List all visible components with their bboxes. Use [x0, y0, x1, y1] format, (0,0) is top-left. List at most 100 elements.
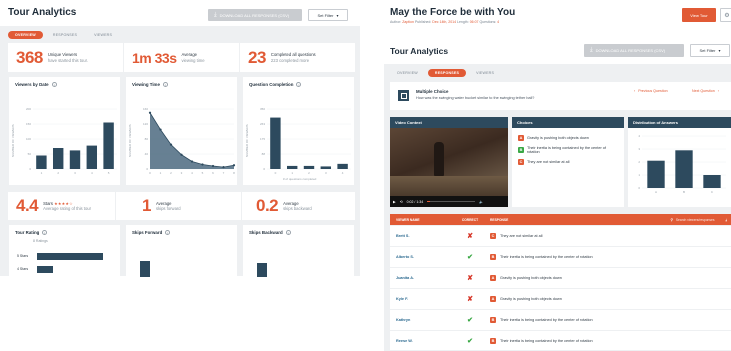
data-point	[232, 164, 236, 167]
viewer-name[interactable]: Brett S.	[390, 234, 450, 238]
rating-bar	[37, 253, 103, 260]
incorrect-icon: ✘	[467, 233, 473, 240]
data-point	[211, 164, 215, 168]
tab-overview[interactable]: OVERVIEW	[8, 31, 43, 39]
info-icon[interactable]: i	[51, 82, 57, 87]
meta-author[interactable]: Zaption	[402, 20, 414, 24]
page-title: Tour Analytics	[8, 7, 77, 18]
tab-viewers[interactable]: VIEWERS	[469, 69, 501, 77]
choice-letter: A	[490, 296, 496, 302]
download-csv-button[interactable]: ⤓ DOWNLOAD ALL RESPONSES (CSV)	[208, 9, 302, 21]
viewer-name[interactable]: Reese W.	[390, 339, 450, 343]
meta-author-label: Author:	[390, 20, 402, 24]
choice-letter: B	[490, 254, 496, 260]
stat-label: Stars	[43, 200, 53, 206]
rewind-icon[interactable]: ⟲	[400, 200, 403, 204]
correct-icon: ✔	[467, 254, 473, 261]
view-tour-button[interactable]: View Tour	[682, 8, 716, 22]
x-tick-label: 4	[91, 171, 93, 175]
tab-viewers[interactable]: VIEWERS	[87, 31, 119, 39]
tab-responses[interactable]: RESPONSES	[46, 31, 84, 39]
table-search[interactable]: ⚲ Search viewers/responses ⤓	[670, 218, 731, 222]
table-row[interactable]: Reese W. ✔ B Their inertia is being conta…	[390, 331, 731, 351]
table-row[interactable]: Brett S. ✘ C They are not similar at all	[390, 226, 731, 247]
bar	[36, 155, 47, 169]
info-icon[interactable]: i	[296, 82, 302, 87]
stat-sub: have started this tour.	[47, 57, 88, 63]
y-tick-label: 0	[638, 186, 640, 190]
stat-sub: viewing time	[181, 57, 205, 63]
gear-icon[interactable]: ⚙	[720, 8, 731, 22]
set-filter-button[interactable]: Set Filter ▾	[308, 9, 348, 21]
correct-icon: ✔	[467, 337, 473, 345]
col-viewer-name[interactable]: VIEWER NAME	[390, 218, 450, 222]
info-icon[interactable]: i	[42, 230, 48, 235]
meta-published: Dec 14th, 2014	[432, 20, 457, 24]
choice-a: A Gravity is pushing both objects down	[518, 135, 618, 141]
bar-chart: 0 88 175 263 350 0 1 2 3 4	[260, 107, 351, 175]
set-filter-button[interactable]: Set Filter ▾	[690, 44, 730, 57]
bottom-stats: 4.4 Stars ★★★★☆ Average rating of this to…	[8, 192, 355, 220]
table-row[interactable]: Kathryn ✔ B Their inertia is being contai…	[390, 310, 731, 331]
video-controls: ▶ ⟲ 0:02 / 1:34 🔈	[390, 196, 508, 207]
tab-responses[interactable]: RESPONSES	[427, 69, 467, 77]
bar	[303, 165, 315, 169]
bottom-cards: Tour Rating i 8 Ratings 5 Stars 4 Stars S…	[8, 224, 355, 277]
y-tick-label: 80	[145, 137, 149, 141]
x-tick-label: A	[655, 190, 657, 194]
x-tick-label: 1	[160, 171, 162, 175]
video-progress[interactable]	[427, 200, 476, 203]
previous-question-link[interactable]: ‹ Previous Question	[634, 89, 668, 93]
response-text: Their inertia is being contained by the …	[500, 255, 593, 259]
distribution-chart: 0 1 2 3 4 A B C	[638, 134, 726, 194]
download-icon[interactable]: ⤓	[726, 218, 727, 222]
data-point	[222, 166, 225, 169]
table-row[interactable]: Alberto S. ✔ B Their inertia is being con…	[390, 247, 731, 268]
analytics-title: Tour Analytics	[390, 46, 449, 56]
chevron-down-icon: ▾	[336, 12, 339, 18]
viewer-name[interactable]: Kyle F.	[390, 297, 450, 301]
viewer-name[interactable]: Kathryn	[390, 318, 450, 322]
volume-icon[interactable]: 🔈	[479, 200, 483, 204]
viewer-name[interactable]: Alberto S.	[390, 255, 450, 259]
play-icon[interactable]: ▶	[393, 200, 396, 204]
chart-question-completion: Question Completion i NUMBER OF VIEWERS 0…	[242, 76, 355, 186]
viewer-name[interactable]: Juanita A.	[390, 276, 450, 280]
x-tick-label: 3	[325, 171, 327, 175]
chart-title-text: Viewing Time	[132, 82, 160, 87]
stat-completed: 23 Completed all questions 223 completed …	[240, 43, 355, 72]
question-text: How was the swinging water bucket simila…	[416, 96, 535, 100]
incorrect-icon: ✘	[467, 296, 473, 303]
chevron-left-icon: ‹	[634, 89, 636, 93]
info-icon[interactable]: i	[165, 230, 171, 235]
x-tick-label: 2	[57, 171, 59, 175]
table-row[interactable]: Kyle F. ✘ A Gravity is pushing both objec…	[390, 289, 731, 310]
col-response[interactable]: RESPONSE	[490, 218, 610, 222]
info-icon[interactable]: i	[162, 82, 168, 87]
info-icon[interactable]: i	[285, 230, 291, 235]
next-question-link[interactable]: Next Question ›	[692, 89, 719, 93]
video-frame[interactable]	[390, 128, 508, 196]
choice-text: Gravity is pushing both objects down	[527, 136, 589, 140]
star-icons: ★★★★☆	[54, 200, 73, 206]
stat-label: Completed all questions	[270, 52, 316, 57]
table-row[interactable]: Juanita A. ✘ A Gravity is pushing both ob…	[390, 268, 731, 289]
chart-title: Question Completion i	[249, 82, 302, 87]
y-tick-label: 100	[26, 137, 31, 141]
choice-letter: A	[518, 135, 524, 141]
stat-rating: 4.4 Stars ★★★★☆ Average rating of this to…	[8, 192, 116, 220]
x-tick-label: 0	[149, 171, 151, 175]
response-text: They are not similar at all	[500, 234, 543, 238]
download-csv-button[interactable]: ⤓ DOWNLOAD ALL RESPONSES (CSV)	[584, 44, 684, 57]
data-point	[148, 111, 152, 114]
col-correct[interactable]: CORRECT	[450, 218, 490, 222]
x-tick-label: 3	[74, 171, 76, 175]
card-title-text: Tour Rating	[15, 230, 40, 235]
search-input[interactable]: Search viewers/responses	[676, 218, 715, 222]
meta-questions-label: Questions:	[479, 20, 497, 24]
tab-overview[interactable]: OVERVIEW	[390, 69, 425, 77]
distribution-header: Distribution of Answers	[628, 117, 731, 128]
distribution-card: Distribution of Answers 0 1 2 3 4 A B C	[628, 117, 731, 207]
choice-b: B Their inertia is being contained by th…	[518, 146, 618, 154]
x-tick-label: 6	[212, 171, 214, 175]
